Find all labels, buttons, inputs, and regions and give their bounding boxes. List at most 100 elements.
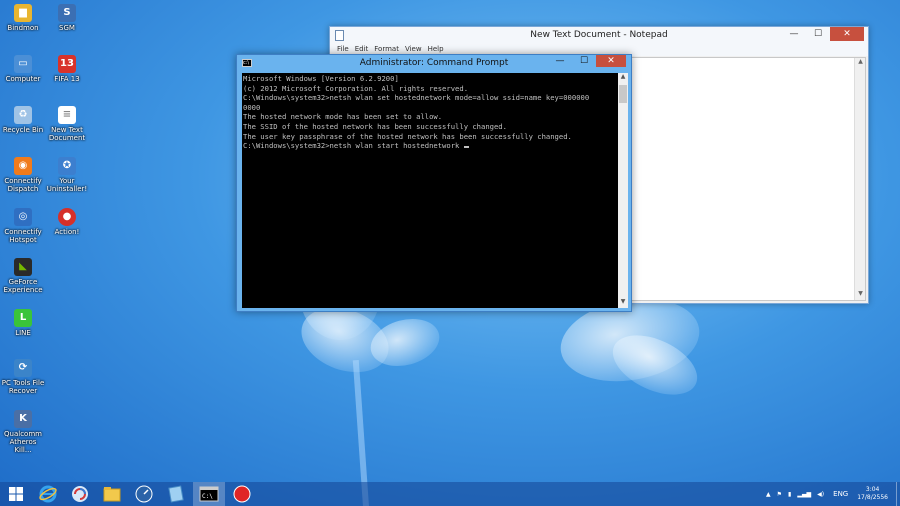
action-icon: ● [58, 208, 76, 226]
scroll-up-icon[interactable]: ▲ [855, 58, 866, 68]
clock-date: 17/8/2556 [857, 494, 888, 501]
console-line: Microsoft Windows [Version 6.2.9200] [243, 74, 399, 83]
icon-label: Connectify Dispatch [4, 177, 42, 193]
recycle-bin-icon: ♻ [14, 106, 32, 124]
console-line: The hosted network mode has been set to … [243, 112, 443, 122]
desktop-icon-connectify-hotspot[interactable]: ◎ Connectify Hotspot [0, 208, 46, 244]
close-button[interactable]: ✕ [596, 55, 626, 67]
language-indicator[interactable]: ENG [833, 490, 848, 498]
console-output[interactable]: Microsoft Windows [Version 6.2.9200] (c) … [242, 73, 618, 308]
desktop-icon-new-text-document[interactable]: ≡ New Text Document [44, 106, 90, 142]
scroll-up-icon[interactable]: ▲ [618, 73, 628, 83]
desktop-icon-line[interactable]: L LINE [0, 309, 46, 337]
battery-icon[interactable]: ▮ [788, 491, 791, 498]
internet-explorer-icon [39, 485, 57, 503]
desktop-icon-pc-tools-file-recover[interactable]: ⟳ PC Tools File Recover [0, 359, 46, 395]
icon-label: FIFA 13 [54, 75, 80, 83]
icon-label: Qualcomm Atheros Kill... [4, 430, 42, 454]
record-icon [233, 485, 251, 503]
taskbar-record-app[interactable] [226, 482, 258, 506]
minimize-button[interactable]: — [782, 27, 806, 41]
cmd-window-controls: — ☐ ✕ [548, 55, 626, 67]
connectify-icon: ◉ [14, 157, 32, 175]
taskbar-gauge-app[interactable] [128, 482, 160, 506]
icon-label: Bindmon [7, 24, 39, 32]
svg-text:C:\: C:\ [202, 493, 213, 500]
close-button[interactable]: ✕ [830, 27, 864, 41]
desktop-icon-sgm[interactable]: S SGM [44, 4, 90, 32]
taskbar-swirl-app[interactable] [64, 482, 96, 506]
app-icon: S [58, 4, 76, 22]
minimize-button[interactable]: — [548, 55, 572, 67]
scroll-down-icon[interactable]: ▼ [855, 290, 866, 300]
notepad-title-bar[interactable]: New Text Document - Notepad — ☐ ✕ [330, 27, 868, 45]
show-hidden-icons-icon[interactable]: ▲ [766, 491, 771, 498]
file-recover-icon: ⟳ [14, 359, 32, 377]
maximize-button[interactable]: ☐ [572, 55, 596, 67]
icon-label: Computer [5, 75, 41, 83]
geforce-icon: ◣ [14, 258, 32, 276]
icon-label: Connectify Hotspot [4, 228, 42, 244]
maximize-button[interactable]: ☐ [806, 27, 830, 41]
taskbar-internet-explorer[interactable] [32, 482, 64, 506]
start-button[interactable] [0, 482, 32, 506]
book-icon [168, 485, 184, 503]
taskbar-book-app[interactable] [160, 482, 192, 506]
command-prompt-window[interactable]: c:\ Administrator: Command Prompt — ☐ ✕ … [236, 54, 632, 312]
computer-icon: ▭ [14, 55, 32, 73]
icon-label: PC Tools File Recover [1, 379, 45, 395]
taskbar-clock[interactable]: 3:04 17/8/2556 [857, 486, 888, 502]
scroll-down-icon[interactable]: ▼ [618, 298, 628, 308]
show-desktop-button[interactable] [896, 482, 900, 506]
system-tray: ▲ ⚑ ▮ ▂▄▆ ◀) ENG 3:04 17/8/2556 [763, 482, 900, 506]
console-prompt-line: C:\Windows\system32>netsh wlan start hos… [243, 141, 617, 151]
qualcomm-icon: K [14, 410, 32, 428]
desktop-icon-bindmon[interactable]: ▆ Bindmon [0, 4, 46, 32]
icon-label: LINE [15, 329, 31, 337]
console-line: C:\Windows\system32>netsh wlan set hoste… [243, 93, 590, 103]
cmd-scrollbar[interactable]: ▲ ▼ [618, 73, 628, 308]
hotspot-icon: ◎ [14, 208, 32, 226]
swirl-app-icon [72, 486, 88, 502]
icon-label: New Text Document [48, 126, 86, 142]
cmd-icon: C:\ [199, 486, 219, 502]
flag-icon[interactable]: ⚑ [777, 491, 782, 498]
console-line: The SSID of the hosted network has been … [243, 121, 507, 131]
desktop-icon-recycle-bin[interactable]: ♻ Recycle Bin [0, 106, 46, 134]
volume-icon[interactable]: ◀) [817, 491, 824, 498]
folder-icon [103, 487, 121, 502]
desktop-icon-fifa13[interactable]: 13 FIFA 13 [44, 55, 90, 83]
notepad-scrollbar[interactable]: ▲ ▼ [854, 58, 865, 300]
taskbar: C:\ ▲ ⚑ ▮ ▂▄▆ ◀) ENG 3:04 17/8/2556 [0, 482, 900, 506]
line-icon: L [14, 309, 32, 327]
text-document-icon: ≡ [58, 106, 76, 124]
desktop-icon-your-uninstaller[interactable]: ✪ Your Uninstaller! [44, 157, 90, 193]
desktop-icon-geforce-experience[interactable]: ◣ GeForce Experience [0, 258, 46, 294]
icon-label: Recycle Bin [2, 126, 44, 134]
desktop-icon-qualcomm-atheros[interactable]: K Qualcomm Atheros Kill... [0, 410, 46, 454]
clock-time: 3:04 [865, 486, 880, 493]
scroll-thumb[interactable] [619, 85, 627, 103]
icon-label: SGM [59, 24, 75, 32]
notepad-window-controls: — ☐ ✕ [782, 27, 864, 41]
icon-label: Your Uninstaller! [46, 177, 88, 193]
icon-label: GeForce Experience [3, 278, 43, 294]
text-cursor [463, 146, 469, 149]
cmd-title-bar[interactable]: c:\ Administrator: Command Prompt — ☐ ✕ [237, 55, 631, 72]
folder-icon: ▆ [14, 4, 32, 22]
taskbar-command-prompt[interactable]: C:\ [193, 482, 225, 506]
gauge-icon [135, 485, 153, 503]
taskbar-file-explorer[interactable] [96, 482, 128, 506]
console-line: 0000 [243, 102, 261, 112]
desktop-icon-connectify-dispatch[interactable]: ◉ Connectify Dispatch [0, 157, 46, 193]
network-icon[interactable]: ▂▄▆ [797, 491, 811, 498]
desktop-icon-action[interactable]: ● Action! [44, 208, 90, 236]
desktop-icon-computer[interactable]: ▭ Computer [0, 55, 46, 83]
console-line: The user key passphrase of the hosted ne… [243, 131, 572, 141]
windows-logo-icon [9, 487, 23, 501]
console-line: (c) 2012 Microsoft Corporation. All righ… [243, 83, 469, 93]
console-line: C:\Windows\system32>netsh wlan start hos… [243, 141, 464, 151]
game-icon: 13 [58, 55, 76, 73]
uninstaller-icon: ✪ [58, 157, 76, 175]
icon-label: Action! [54, 228, 80, 236]
